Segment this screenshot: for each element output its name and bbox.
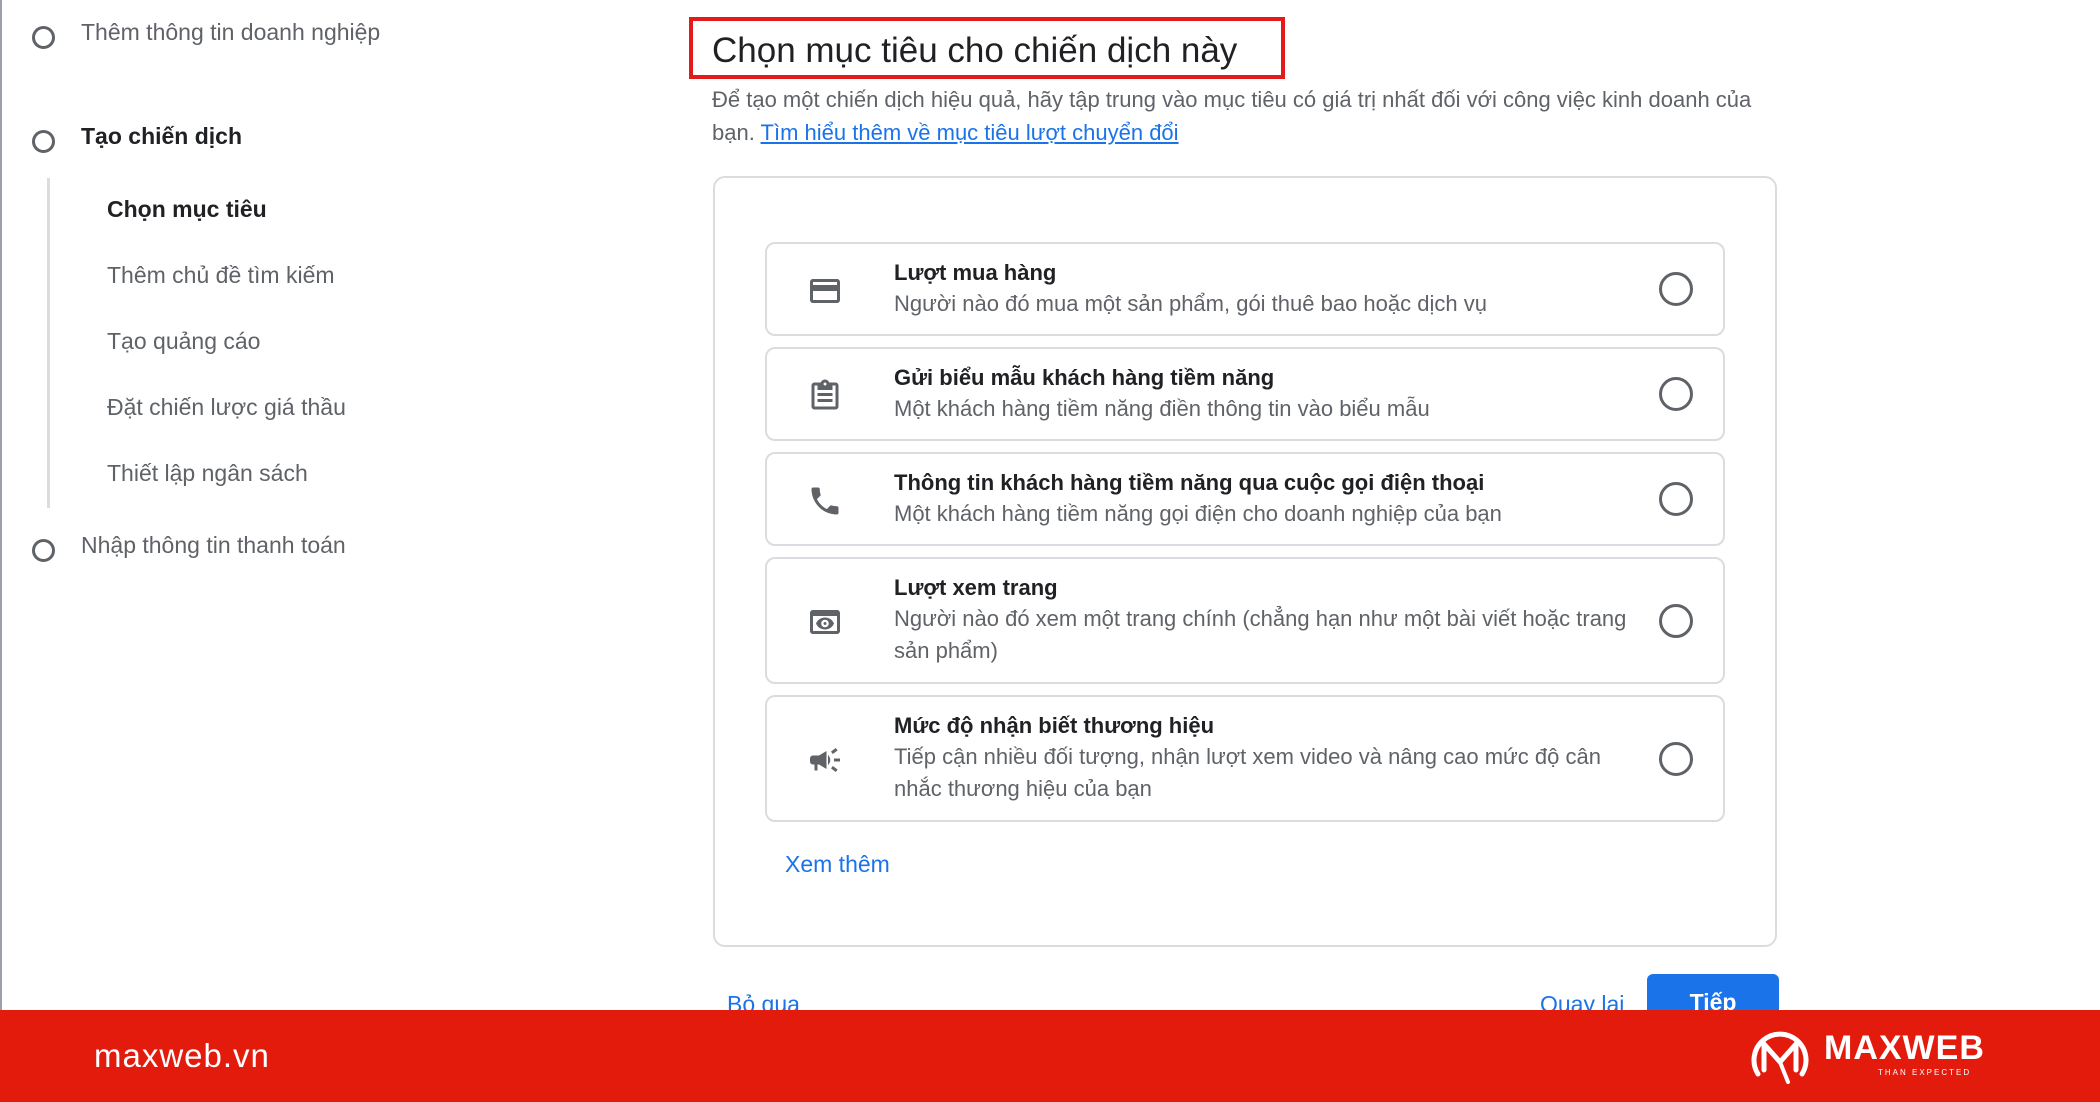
option-purchases[interactable]: Lượt mua hàng Người nào đó mua một sản p… [765, 242, 1725, 336]
logo-text: MAXWEB [1824, 1029, 1985, 1067]
option-radio[interactable] [1659, 272, 1693, 306]
substep-choose-goal[interactable]: Chọn mục tiêu [107, 193, 267, 225]
step-create-campaign[interactable]: Tạo chiến dịch [32, 120, 381, 153]
logo-tagline: THAN EXPECTED [1878, 1068, 1972, 1077]
maxweb-logo: MAXWEB THAN EXPECTED [1748, 1024, 1988, 1088]
footer-banner: maxweb.vn MAXWEB THAN EXPECTED [0, 1010, 2100, 1102]
step-label: Tạo chiến dịch [81, 123, 243, 149]
step-business-info[interactable]: Thêm thông tin doanh nghiệp [32, 16, 381, 49]
phone-icon [807, 483, 843, 519]
maxweb-logo-mark [1751, 1031, 1809, 1084]
page-description: Để tạo một chiến dịch hiệu quả, hãy tập … [712, 83, 1752, 149]
option-description: Một khách hàng tiềm năng gọi điện cho do… [894, 501, 1502, 526]
substep-create-ad[interactable]: Tạo quảng cáo [107, 325, 260, 357]
option-radio[interactable] [1659, 742, 1693, 776]
option-description: Người nào đó mua một sản phẩm, gói thuê … [894, 291, 1487, 316]
step-radio-icon [32, 539, 55, 562]
option-phone-call[interactable]: Thông tin khách hàng tiềm năng qua cuộc … [765, 452, 1725, 546]
option-title: Lượt mua hàng [894, 260, 1057, 285]
option-title: Gửi biểu mẫu khách hàng tiềm năng [894, 365, 1275, 390]
option-radio[interactable] [1659, 604, 1693, 638]
option-brand-awareness[interactable]: Mức độ nhận biết thương hiệu Tiếp cận nh… [765, 695, 1725, 822]
option-title: Mức độ nhận biết thương hiệu [894, 713, 1215, 738]
option-title: Thông tin khách hàng tiềm năng qua cuộc … [894, 470, 1485, 495]
clipboard-icon [807, 378, 843, 414]
page-view-icon [807, 604, 843, 640]
step-label: Nhập thông tin thanh toán [81, 532, 346, 558]
substeps-line [47, 178, 50, 508]
option-lead-form[interactable]: Gửi biểu mẫu khách hàng tiềm năng Một kh… [765, 347, 1725, 441]
step-label: Thêm thông tin doanh nghiệp [81, 19, 381, 45]
substep-search-themes[interactable]: Thêm chủ đề tìm kiếm [107, 259, 335, 291]
step-payment-info[interactable]: Nhập thông tin thanh toán [32, 529, 381, 562]
step-radio-icon [32, 26, 55, 49]
substep-bidding[interactable]: Đặt chiến lược giá thầu [107, 391, 346, 423]
option-description: Người nào đó xem một trang chính (chẳng … [894, 606, 1627, 663]
option-title: Lượt xem trang [894, 575, 1058, 600]
site-url: maxweb.vn [94, 1037, 270, 1074]
step-radio-icon [32, 130, 55, 153]
option-radio[interactable] [1659, 482, 1693, 516]
option-description: Tiếp cận nhiều đối tượng, nhận lượt xem … [894, 744, 1601, 801]
option-radio[interactable] [1659, 377, 1693, 411]
megaphone-icon [807, 742, 843, 778]
see-more-link[interactable]: Xem thêm [785, 848, 890, 880]
option-description: Một khách hàng tiềm năng điền thông tin … [894, 396, 1430, 421]
learn-more-link[interactable]: Tìm hiểu thêm về mục tiêu lượt chuyển đổ… [761, 120, 1179, 145]
option-page-views[interactable]: Lượt xem trang Người nào đó xem một tran… [765, 557, 1725, 684]
credit-card-icon [807, 273, 843, 309]
substep-budget[interactable]: Thiết lập ngân sách [107, 457, 308, 489]
page-title: Chọn mục tiêu cho chiến dịch này [712, 31, 1238, 70]
sidebar: Thêm thông tin doanh nghiệp Tạo chiến dị… [0, 0, 420, 1010]
